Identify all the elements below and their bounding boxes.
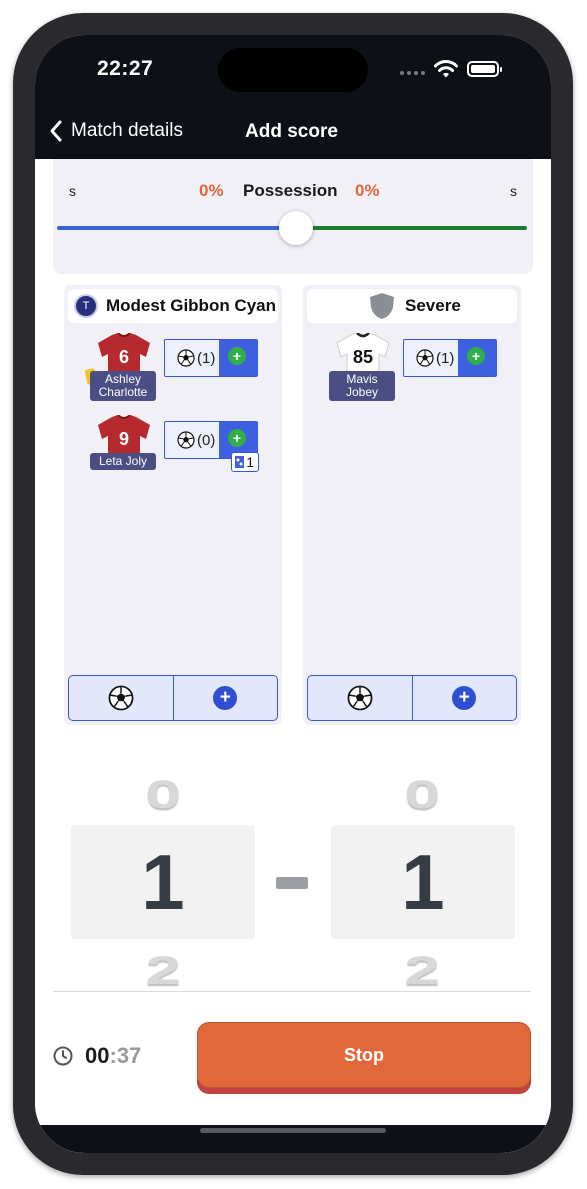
player-goals-box[interactable]: (0) + 1	[164, 421, 259, 472]
away-score-prev[interactable]: 0	[404, 773, 440, 818]
timer-seconds: 37	[116, 1043, 142, 1068]
jersey-number: 9	[118, 429, 129, 449]
jersey-number: 6	[118, 347, 129, 367]
goal-count: (0)	[177, 431, 215, 449]
away-team-name: Severe	[405, 296, 461, 315]
home-indicator	[200, 1128, 386, 1133]
goal-count: (1)	[416, 349, 454, 367]
away-team-header: Severe	[307, 289, 517, 323]
possession-card: s 0% Possession 0% s	[53, 159, 533, 274]
back-button[interactable]: Match details	[49, 120, 183, 142]
home-team-name: Modest Gibbon Cyan	[106, 296, 276, 315]
goal-count: (1)	[177, 349, 215, 367]
football-icon	[416, 349, 434, 367]
player-goals-box[interactable]: (1) +	[403, 339, 497, 377]
home-score-prev[interactable]: 0	[145, 773, 181, 818]
football-icon	[347, 685, 373, 711]
plus-icon: +	[452, 686, 477, 710]
dynamic-island	[218, 48, 368, 92]
plus-icon: +	[228, 347, 246, 365]
back-label: Match details	[71, 120, 183, 141]
timer-minutes: 00	[85, 1043, 110, 1068]
clock-icon	[53, 1046, 73, 1066]
football-icon	[108, 685, 134, 711]
shield-icon	[370, 293, 394, 319]
home-add-player-button[interactable]: +	[172, 676, 278, 720]
football-icon	[177, 349, 195, 367]
player-name: Mavis Jobey	[329, 371, 395, 401]
home-indicator-bar	[35, 1125, 551, 1153]
home-score[interactable]: 1	[71, 825, 255, 939]
home-team-panel: T Modest Gibbon Cyan 6 Ashley Charlotte	[64, 285, 282, 725]
plus-icon: +	[213, 686, 238, 710]
possession-slider-right-track[interactable]	[297, 226, 527, 230]
divider	[53, 991, 531, 992]
player-name: Leta Joly	[90, 453, 156, 470]
substitution-count: 1	[246, 454, 254, 470]
top-bar: 22:27 Match details Add score	[35, 35, 551, 159]
away-score[interactable]: 1	[331, 825, 515, 939]
possession-label: Possession	[243, 181, 338, 200]
away-add-goal-button[interactable]	[308, 676, 412, 720]
score-separator	[276, 877, 308, 889]
page-title: Add score	[245, 121, 338, 142]
home-team-header: T Modest Gibbon Cyan	[68, 289, 278, 323]
possession-right-percent: 0%	[355, 181, 380, 200]
possession-right-side: s	[510, 183, 517, 199]
wifi-icon	[434, 60, 458, 78]
goal-count-text: (1)	[436, 349, 455, 367]
substitution-badge[interactable]: 1	[231, 452, 259, 472]
home-add-goal-button[interactable]	[69, 676, 173, 720]
add-goal-button[interactable]: +	[458, 340, 496, 376]
possession-left-side: s	[69, 183, 76, 199]
away-team-panel: Severe 85 Mavis Jobey (1) + +	[303, 285, 521, 725]
content: s 0% Possession 0% s T Modest Gibbon Cya…	[35, 159, 551, 1153]
add-goal-button[interactable]: +	[219, 340, 257, 376]
away-add-player-button[interactable]: +	[411, 676, 517, 720]
app-screen: 22:27 Match details Add score s 0% Posse…	[35, 35, 551, 1153]
home-action-bar: +	[68, 675, 278, 721]
possession-slider-left-track[interactable]	[57, 226, 297, 230]
jersey-number: 85	[352, 347, 374, 367]
chevron-left-icon	[50, 120, 62, 142]
signal-icon	[400, 71, 425, 75]
possession-left-percent: 0%	[199, 181, 224, 200]
plus-icon: +	[228, 429, 246, 447]
goal-count-text: (0)	[197, 431, 216, 449]
status-time: 22:27	[97, 57, 154, 80]
home-score-next[interactable]: 2	[145, 949, 181, 994]
player-name: Ashley Charlotte	[90, 371, 156, 401]
football-icon	[177, 431, 195, 449]
battery-icon	[467, 61, 502, 77]
player-goals-box[interactable]: (1) +	[164, 339, 258, 377]
away-action-bar: +	[307, 675, 517, 721]
away-score-next[interactable]: 2	[404, 949, 440, 994]
goal-count-text: (1)	[197, 349, 216, 367]
team-avatar: T	[74, 294, 98, 318]
substitution-icon	[235, 456, 244, 468]
phone-frame: 22:27 Match details Add score s 0% Posse…	[13, 13, 573, 1175]
stop-button[interactable]: Stop	[197, 1022, 531, 1088]
timer-separator: :	[109, 1043, 117, 1068]
timer-text: 00:37	[85, 1043, 141, 1069]
plus-icon: +	[467, 347, 485, 365]
match-timer: 00:37	[53, 1043, 141, 1069]
possession-slider-thumb[interactable]	[279, 211, 313, 245]
